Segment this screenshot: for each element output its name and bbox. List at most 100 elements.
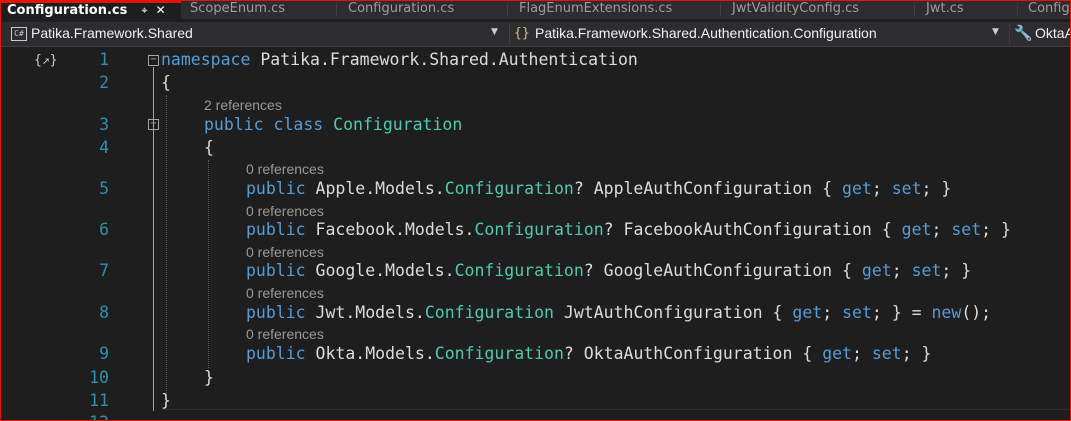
close-icon[interactable]: ✕: [156, 3, 166, 17]
project-name: Patika.Framework.Shared: [31, 25, 193, 41]
line-number: 4: [99, 138, 109, 157]
code-line-9: public Okta.Models.Configuration? OktaAu…: [246, 344, 932, 363]
keyword: namespace: [161, 50, 251, 69]
current-line-highlight: [161, 409, 1069, 410]
property-decl: ? AppleAuthConfiguration {: [573, 179, 843, 198]
line-number: 9: [99, 344, 109, 363]
tab-scopeenum-cs[interactable]: ScopeEnum.cs: [184, 1, 291, 19]
tab-label: FlagEnumExtensions.cs: [519, 1, 673, 16]
code-punct: ; }: [941, 261, 972, 280]
namespace-ref: Google.Models.: [315, 261, 455, 280]
code-snippet-icon: {↗}: [34, 53, 58, 68]
line-number: 7: [99, 261, 109, 280]
codelens-references[interactable]: 0 references: [246, 203, 324, 219]
line-number: 10: [89, 368, 109, 387]
type-ref: Configuration: [424, 303, 554, 322]
codelens-references[interactable]: 0 references: [246, 244, 324, 260]
namespace-ref: Apple.Models.: [315, 179, 445, 198]
keyword: get: [792, 303, 823, 322]
keyword: new: [931, 303, 962, 322]
csharp-project-icon: C#: [11, 27, 27, 41]
code-line-7: public Google.Models.Configuration? Goog…: [246, 261, 972, 280]
chevron-down-icon: ▼: [491, 27, 498, 37]
keyword: get: [861, 261, 892, 280]
brace: {: [204, 138, 214, 157]
brace: }: [161, 391, 171, 410]
keyword: public: [246, 179, 306, 198]
codelens-references[interactable]: 0 references: [246, 161, 324, 177]
keyword: get: [842, 179, 872, 198]
tab-configuration-cs-2[interactable]: Configuration.cs: [342, 1, 460, 19]
code-punct: ; }: [981, 220, 1011, 239]
tab-configuration-cs-active[interactable]: Configuration.cs ⌖ ✕: [1, 1, 181, 19]
collapse-namespace-icon[interactable]: −: [148, 55, 159, 66]
namespace-ref: Okta.Models.: [315, 344, 435, 363]
keyword: set: [951, 220, 982, 239]
property-decl: ? OktaAuthConfiguration {: [563, 344, 823, 363]
chevron-down-icon: ▼: [992, 27, 999, 37]
document-tab-strip: Configuration.cs ⌖ ✕ ScopeEnum.cs Configur…: [1, 1, 1070, 19]
tab-jwtvalidityconfig-cs[interactable]: JwtValidityConfig.cs: [726, 1, 865, 19]
namespace-name: Patika.Framework.Shared.Authentication.C…: [535, 25, 877, 41]
keyword: public: [246, 261, 306, 280]
keyword: public: [246, 344, 306, 363]
tab-config-truncated[interactable]: Config: [1022, 1, 1070, 19]
tab-divider: [336, 4, 337, 16]
tab-jwt-cs[interactable]: Jwt.cs: [920, 1, 970, 19]
property-decl: ? FacebookAuthConfiguration {: [603, 220, 902, 239]
code-line-8: public Jwt.Models.Configuration JwtAuthC…: [246, 303, 992, 322]
pin-icon[interactable]: ⌖: [141, 4, 147, 17]
keyword: set: [842, 303, 872, 322]
code-line-10: }: [204, 368, 214, 387]
keyword: get: [901, 220, 932, 239]
outline-guide: [153, 131, 154, 367]
type-ref: Configuration: [434, 344, 564, 363]
tab-divider: [720, 4, 721, 16]
project-dropdown[interactable]: C# Patika.Framework.Shared ▼: [9, 24, 505, 44]
keyword: set: [911, 261, 942, 280]
line-number: 12: [71, 413, 109, 420]
keyword: set: [871, 344, 902, 363]
tab-divider: [914, 4, 915, 16]
code-line-6: public Facebook.Models.Configuration? Fa…: [246, 220, 1011, 239]
namespace-ref: Jwt.Models.: [315, 303, 425, 322]
member-dropdown[interactable]: 🔧 OktaA: [1009, 24, 1070, 44]
namespace-dropdown[interactable]: {} Patika.Framework.Shared.Authenticatio…: [509, 24, 1006, 44]
type-ref: Configuration: [474, 220, 604, 239]
class-name: Configuration: [333, 115, 463, 134]
brace: {: [161, 73, 171, 92]
keyword: public: [204, 115, 264, 134]
codelens-references[interactable]: 2 references: [204, 97, 282, 113]
code-line-11: }: [161, 391, 171, 410]
indent-guide: [208, 160, 209, 368]
tab-divider: [1017, 4, 1018, 16]
property-decl: ? GoogleAuthConfiguration {: [583, 261, 862, 280]
line-number: 8: [99, 303, 109, 322]
code-line-2: {: [161, 73, 171, 92]
tab-label: JwtValidityConfig.cs: [732, 1, 860, 16]
navigation-bar: C# Patika.Framework.Shared ▼ {} Patika.F…: [1, 22, 1070, 47]
code-editor[interactable]: {↗} 1 2 3 4 5 6 7 8 9 10 11 12 − − names…: [1, 47, 1070, 420]
tab-label: Jwt.cs: [926, 1, 964, 16]
line-number: 1: [99, 50, 109, 69]
namespace-ref: Facebook.Models.: [315, 220, 475, 239]
wrench-icon: 🔧: [1014, 24, 1033, 42]
namespace-icon: {}: [514, 26, 530, 41]
tab-flagenumextensions-cs[interactable]: FlagEnumExtensions.cs: [513, 1, 678, 19]
tab-label: Configuration.cs: [7, 3, 128, 18]
tab-divider: [507, 4, 508, 16]
codelens-references[interactable]: 0 references: [246, 285, 324, 301]
line-number: 6: [99, 220, 109, 239]
keyword: public: [246, 303, 306, 322]
keyword: get: [822, 344, 852, 363]
codelens-references[interactable]: 0 references: [246, 326, 324, 342]
line-number: 5: [99, 179, 109, 198]
brace: }: [204, 368, 214, 387]
tab-label: ScopeEnum.cs: [190, 1, 286, 16]
tab-label: Configuration.cs: [348, 1, 455, 16]
type-ref: Configuration: [444, 179, 574, 198]
keyword: set: [891, 179, 922, 198]
line-number: 2: [99, 73, 109, 92]
type-ref: Configuration: [454, 261, 584, 280]
code-punct: ();: [961, 303, 992, 322]
